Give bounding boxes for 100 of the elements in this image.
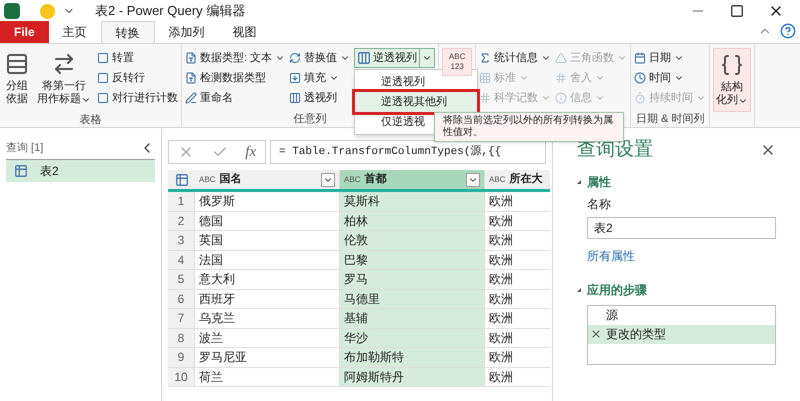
- ribbon-button[interactable]: 统计信息: [479, 48, 552, 68]
- ribbon-large-button[interactable]: 分组 依据: [3, 48, 31, 112]
- field-label: 名称: [587, 196, 612, 212]
- step-item[interactable]: 源: [588, 306, 775, 324]
- ribbon-button[interactable]: 日期: [634, 48, 706, 68]
- table-cell: 欧洲: [485, 328, 550, 347]
- row-number: 4: [168, 250, 195, 269]
- ribbon-button[interactable]: 对行进行计数: [97, 88, 178, 108]
- ribbon-tab[interactable]: File: [0, 21, 49, 43]
- column-header[interactable]: ABC 首都: [340, 170, 485, 189]
- ribbon-icon: [634, 52, 646, 64]
- step-item[interactable]: 更改的类型: [588, 324, 775, 344]
- row-number: 5: [168, 270, 195, 288]
- table-cell: 莫斯科: [340, 192, 485, 210]
- table-cell: 欧洲: [485, 290, 550, 308]
- table-cell: 罗马: [340, 270, 485, 288]
- unpivot-icon: [357, 51, 372, 65]
- table-cell: 马德里: [340, 290, 485, 308]
- group-label: 任意列: [294, 113, 327, 125]
- table-icon: [174, 172, 188, 186]
- ribbon-icon: [555, 92, 568, 104]
- table-cell: 欧洲: [485, 231, 550, 250]
- expand-icon[interactable]: [577, 288, 581, 292]
- ribbon-icon: [479, 52, 492, 64]
- ribbon-icon: [289, 52, 302, 64]
- menu-item[interactable]: 逆透视其他列: [355, 92, 478, 112]
- filter-button[interactable]: [321, 172, 335, 186]
- ribbon-icon: [97, 52, 109, 64]
- ribbon-large-button[interactable]: 結构 化列: [713, 48, 752, 112]
- ribbon-icon: [479, 72, 492, 84]
- ribbon-tab[interactable]: 主页: [48, 21, 101, 43]
- unpivot-split-button[interactable]: 逆透视列: [354, 48, 436, 68]
- group-label: 日期 & 时间列: [636, 113, 704, 125]
- type-label: ABC: [344, 174, 360, 186]
- table-cell: 欧洲: [485, 192, 550, 210]
- table-cell: 华沙: [340, 328, 485, 347]
- ribbon-button[interactable]: 反转行: [97, 68, 178, 88]
- column-header[interactable]: ABC 国名: [195, 170, 340, 189]
- table-cell: 阿姆斯特丹: [340, 368, 485, 386]
- window-title: 表2 - Power Query 编辑器: [95, 2, 246, 20]
- ribbon-button[interactable]: 检测数据类型: [185, 68, 286, 88]
- filter-button[interactable]: [466, 172, 480, 186]
- ribbon-button[interactable]: 数据类型: 文本: [185, 48, 286, 68]
- ribbon-large-button[interactable]: 将第一行 用作标题: [35, 48, 93, 112]
- ribbon-icon: [5, 52, 29, 76]
- ribbon-icon: [555, 72, 568, 84]
- type-label: ABC: [199, 174, 216, 186]
- row-number: 7: [168, 309, 195, 328]
- app-logo-icon: [4, 3, 20, 19]
- all-properties-link[interactable]: 所有属性: [587, 246, 776, 264]
- row-number: 2: [168, 212, 195, 230]
- row-number: 3: [168, 231, 195, 250]
- table-cell: 基辅: [340, 309, 485, 328]
- ribbon-icon: [185, 52, 197, 64]
- table-menu[interactable]: [168, 170, 195, 189]
- table-cell: 巴黎: [340, 250, 485, 269]
- group-label: 表格: [80, 114, 102, 126]
- delete-icon[interactable]: [590, 328, 602, 340]
- table-cell: 伦敦: [340, 231, 485, 250]
- ribbon-button[interactable]: 时间: [634, 68, 706, 88]
- row-number: 8: [168, 328, 195, 347]
- ribbon-button[interactable]: 重命名: [185, 88, 286, 108]
- ribbon-button[interactable]: 替换值: [289, 48, 350, 68]
- ribbon-tab[interactable]: 视图: [218, 21, 271, 43]
- ribbon-icon: [289, 92, 302, 104]
- table-cell: 欧洲: [485, 368, 550, 386]
- column-header[interactable]: ABC 所在大: [485, 170, 550, 189]
- ribbon-button[interactable]: 填充: [289, 68, 350, 88]
- type-label: ABC: [489, 174, 506, 186]
- query-item[interactable]: 表2: [6, 160, 155, 182]
- ribbon-tab[interactable]: 添加列: [154, 21, 219, 43]
- section-heading: 应用的步骤: [587, 282, 647, 298]
- name-field[interactable]: 表2: [587, 216, 776, 238]
- ribbon-icon: [97, 92, 109, 104]
- ribbon-icon: [555, 52, 568, 64]
- ribbon-button[interactable]: 透视列: [289, 88, 350, 108]
- ribbon-button[interactable]: 转置: [97, 48, 178, 68]
- ribbon-icon: [97, 72, 109, 84]
- tooltip: 将除当前选定列以外的所有列转换为属性值对。: [434, 112, 624, 142]
- queries-header: 查询 [1]: [6, 141, 44, 156]
- row-number: 10: [168, 368, 195, 386]
- table-cell: 欧洲: [485, 309, 550, 328]
- ribbon-icon: [185, 92, 197, 104]
- table-cell: 欧洲: [485, 270, 550, 288]
- function-button[interactable]: fx: [245, 140, 256, 164]
- formula-field[interactable]: = Table.TransformColumnTypes(源,{{: [270, 140, 546, 164]
- ribbon-tab[interactable]: 转换: [100, 21, 155, 43]
- section-heading: 属性: [587, 174, 611, 190]
- ribbon-icon: [634, 72, 646, 84]
- table-cell: 布加勒斯特: [340, 348, 485, 366]
- table-icon: [14, 164, 28, 178]
- format-icon[interactable]: ABC 123: [442, 48, 472, 76]
- ribbon-icon: [185, 72, 197, 84]
- maximize-icon[interactable]: [730, 4, 744, 18]
- table-cell: 欧洲: [485, 348, 550, 366]
- ribbon-icon: [479, 92, 492, 104]
- expand-icon[interactable]: [577, 180, 581, 184]
- ribbon-icon: [52, 52, 76, 76]
- help-icon[interactable]: [780, 23, 796, 39]
- row-number: 1: [168, 192, 195, 210]
